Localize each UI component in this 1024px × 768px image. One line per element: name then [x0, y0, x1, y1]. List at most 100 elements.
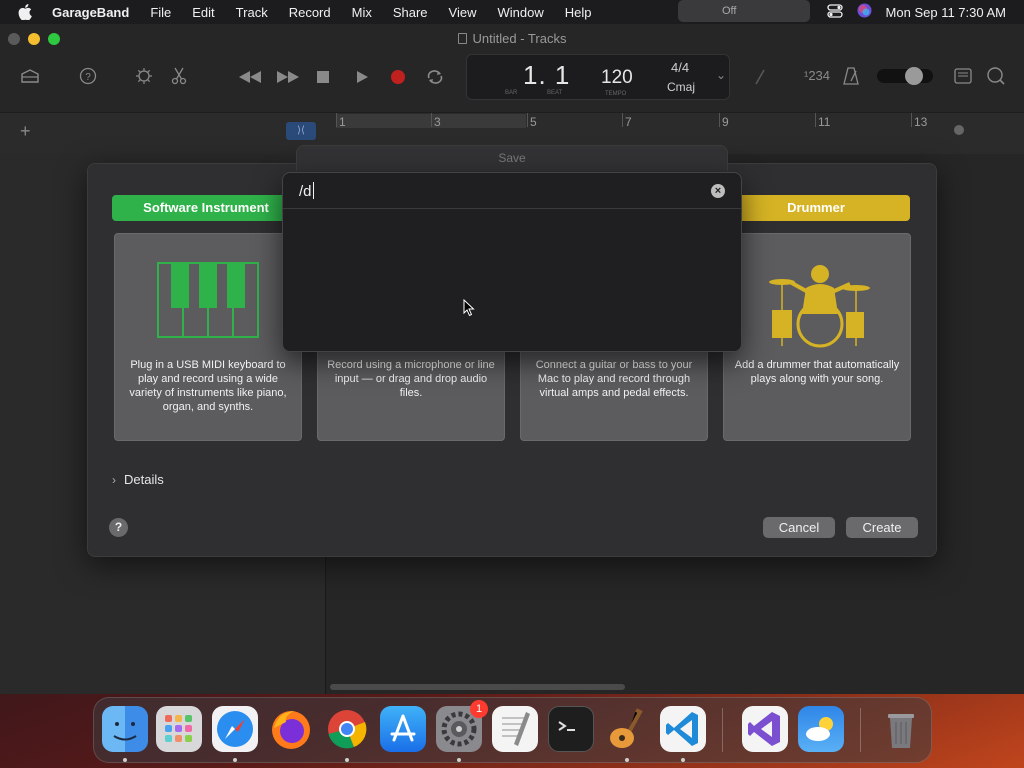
path-text: /d — [299, 182, 314, 200]
menu-record[interactable]: Record — [289, 5, 331, 20]
dock-visual-studio-icon[interactable] — [742, 706, 788, 752]
ruler-tick — [911, 113, 912, 127]
dock-running-indicator — [345, 758, 349, 762]
lcd-chevron-down-icon[interactable]: ⌄ — [716, 68, 726, 82]
dock-textedit-icon[interactable] — [492, 706, 538, 752]
count-in-icon[interactable]: ¹234 — [804, 69, 830, 82]
ruler-tick — [527, 113, 528, 127]
dock-terminal-icon[interactable] — [548, 706, 594, 752]
drummer-icon — [768, 258, 872, 353]
menu-view[interactable]: View — [449, 5, 477, 20]
dock-trash-icon[interactable] — [878, 706, 924, 752]
fast-forward-icon[interactable] — [276, 70, 300, 87]
ruler-tick — [622, 113, 623, 127]
go-to-folder-panel: /d × — [282, 172, 742, 352]
note-pad-icon[interactable] — [954, 68, 972, 87]
menu-share[interactable]: Share — [393, 5, 428, 20]
dock-weather-icon[interactable] — [798, 706, 844, 752]
metronome-icon[interactable] — [842, 67, 860, 88]
cycle-icon[interactable] — [426, 69, 444, 88]
lcd-tempo: 120 — [601, 67, 633, 88]
toolbar: ? 1. 1 BAR BEAT 120 TEMPO 4/4 Cmaj ⌄ ¹23… — [0, 52, 1024, 112]
dock-chrome-icon[interactable] — [324, 706, 370, 752]
dock-app-store-icon[interactable] — [380, 706, 426, 752]
menu-track[interactable]: Track — [236, 5, 268, 20]
dock-garageband-icon[interactable] — [604, 706, 650, 752]
add-track-icon[interactable]: + — [20, 121, 31, 142]
master-volume-slider[interactable] — [876, 65, 934, 90]
chevron-right-icon: › — [112, 472, 116, 487]
category-card-software-instrument[interactable]: Plug in a USB MIDI keyboard to play and … — [114, 233, 302, 441]
dock-vscode-icon[interactable] — [660, 706, 706, 752]
save-dialog: Save — [296, 145, 728, 171]
play-icon[interactable] — [355, 70, 369, 87]
lcd-display[interactable]: 1. 1 BAR BEAT 120 TEMPO 4/4 Cmaj — [466, 54, 730, 100]
document-icon — [457, 33, 467, 44]
dock-safari-icon[interactable] — [212, 706, 258, 752]
menu-app-name[interactable]: GarageBand — [52, 5, 129, 20]
ruler-bar-7: 7 — [625, 115, 632, 129]
lcd-tempo-label: TEMPO — [605, 91, 627, 97]
stop-icon[interactable] — [316, 70, 330, 87]
lcd-beat-label: BEAT — [547, 90, 563, 96]
window-titlebar: Untitled - Tracks — [0, 24, 1024, 52]
ruler-bar-5: 5 — [530, 115, 537, 129]
dock-launchpad-icon[interactable] — [156, 706, 202, 752]
save-dialog-title: Save — [498, 151, 526, 165]
ruler-tick — [719, 113, 720, 127]
cancel-button[interactable]: Cancel — [763, 517, 835, 538]
rewind-icon[interactable] — [238, 70, 262, 87]
playhead-marker-icon[interactable]: ⟩⟨ — [286, 122, 316, 140]
dock-running-indicator — [681, 758, 685, 762]
dock-running-indicator — [123, 758, 127, 762]
category-header-software-instrument[interactable]: Software Instrument — [112, 195, 300, 221]
record-icon[interactable] — [390, 69, 406, 88]
software-instrument-description: Plug in a USB MIDI keyboard to play and … — [129, 359, 287, 413]
loop-browser-icon[interactable] — [986, 67, 1006, 88]
menu-help[interactable]: Help — [565, 5, 592, 20]
go-to-folder-input[interactable]: /d × — [283, 173, 741, 209]
ruler-bar-9: 9 — [722, 115, 729, 129]
window-title: Untitled - Tracks — [0, 31, 1024, 46]
dock-separator — [722, 708, 723, 752]
dock-finder-icon[interactable] — [102, 706, 148, 752]
ruler-bar-1: 1 — [339, 115, 346, 129]
horizontal-scrollbar[interactable] — [330, 684, 625, 690]
ruler-tick — [431, 113, 432, 127]
menu-file[interactable]: File — [150, 5, 171, 20]
quick-help-icon[interactable]: ? — [79, 67, 97, 88]
library-icon[interactable] — [20, 68, 40, 87]
tuner-icon[interactable] — [752, 68, 768, 89]
control-center-icon[interactable] — [826, 3, 843, 21]
ruler-bar-11: 11 — [818, 115, 831, 129]
details-disclosure[interactable]: › Details — [112, 472, 164, 487]
clear-input-icon[interactable]: × — [711, 184, 725, 198]
dock-running-indicator — [233, 758, 237, 762]
menu-mix[interactable]: Mix — [352, 5, 372, 20]
help-button[interactable]: ? — [109, 518, 128, 537]
focus-status-pill[interactable]: Off — [678, 0, 810, 22]
ruler-tick — [336, 113, 337, 127]
smart-controls-icon[interactable] — [135, 67, 153, 88]
menubar-clock[interactable]: Mon Sep 11 7:30 AM — [886, 5, 1006, 20]
siri-icon[interactable] — [857, 3, 872, 21]
category-header-drummer[interactable]: Drummer — [722, 195, 910, 221]
menu-window[interactable]: Window — [498, 5, 544, 20]
zoom-slider-knob[interactable] — [954, 125, 964, 135]
settings-notification-badge: 1 — [470, 700, 488, 718]
dock-firefox-icon[interactable] — [268, 706, 314, 752]
lcd-key: Cmaj — [667, 80, 696, 94]
create-button[interactable]: Create — [846, 517, 918, 538]
lcd-position: 1. 1 — [523, 60, 571, 90]
lcd-time-signature: 4/4 — [671, 60, 690, 75]
details-label: Details — [124, 472, 164, 487]
ruler-tick — [815, 113, 816, 127]
apple-menu-icon[interactable] — [18, 4, 36, 20]
category-card-drummer[interactable]: Add a drummer that automatically plays a… — [723, 233, 911, 441]
drummer-description: Add a drummer that automatically plays a… — [734, 359, 900, 385]
dock-system-settings-icon[interactable]: 1 — [436, 700, 488, 752]
ruler-bar-3: 3 — [434, 115, 441, 129]
editors-scissors-icon[interactable] — [171, 67, 187, 88]
dock-separator — [860, 708, 861, 752]
menu-edit[interactable]: Edit — [192, 5, 214, 20]
